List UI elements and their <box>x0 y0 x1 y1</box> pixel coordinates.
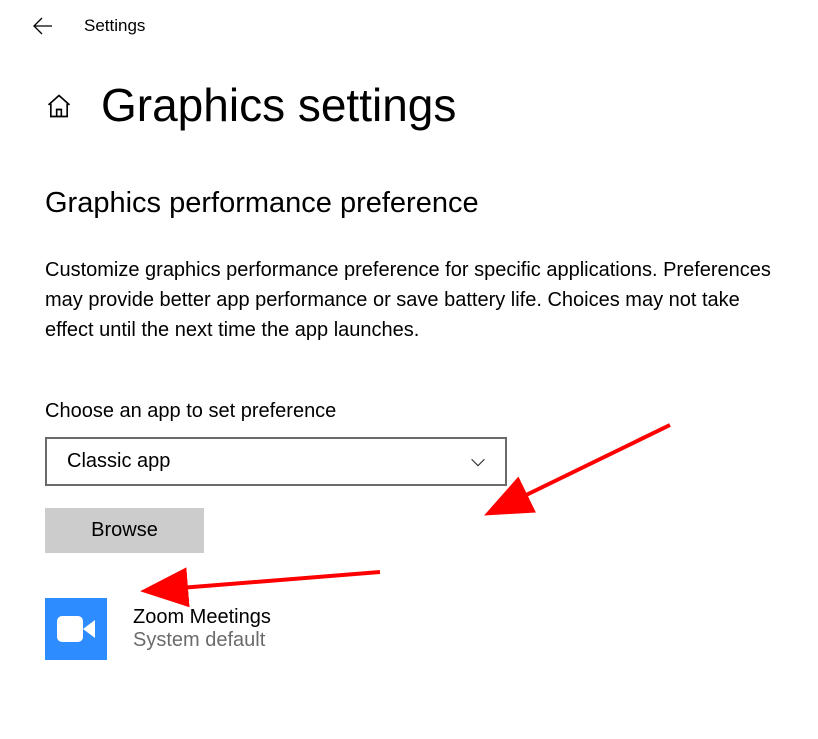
app-name: Zoom Meetings <box>133 606 271 629</box>
app-preference: System default <box>133 629 271 652</box>
browse-button[interactable]: Browse <box>45 508 204 553</box>
home-icon[interactable] <box>45 86 73 125</box>
app-list-item[interactable]: Zoom Meetings System default <box>45 598 773 660</box>
back-arrow-icon[interactable] <box>30 14 54 38</box>
window-title: Settings <box>84 16 145 36</box>
app-type-dropdown[interactable]: Classic app <box>45 437 507 486</box>
chevron-down-icon <box>467 451 489 473</box>
page-title: Graphics settings <box>101 78 456 132</box>
dropdown-selected-value: Classic app <box>67 450 170 473</box>
window-top-bar: Settings <box>0 0 818 48</box>
zoom-app-icon <box>45 598 107 660</box>
choose-app-label: Choose an app to set preference <box>45 400 773 423</box>
section-description: Customize graphics performance preferenc… <box>45 255 773 345</box>
section-heading: Graphics performance preference <box>45 187 773 220</box>
